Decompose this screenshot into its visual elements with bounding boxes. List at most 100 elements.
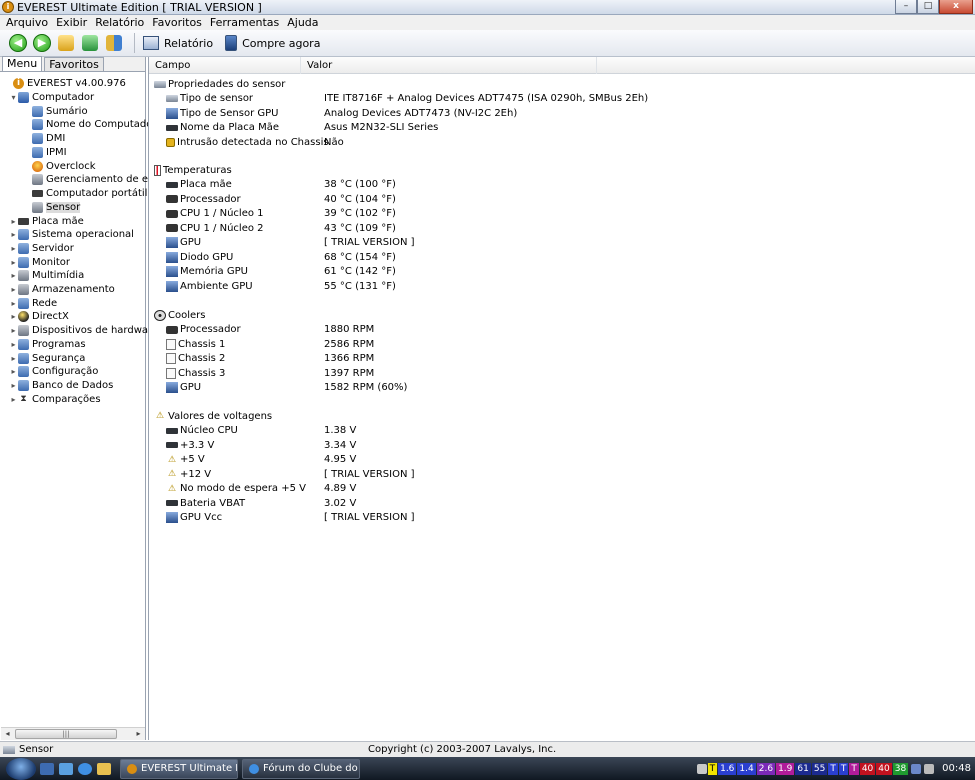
close-button[interactable]: x [939,0,973,14]
tree-item-sensor[interactable]: Sensor [23,201,81,214]
up-button[interactable] [56,33,76,53]
menu-ferramentas[interactable]: Ferramentas [206,16,283,29]
folder-icon[interactable] [97,762,111,775]
internet-explorer-icon[interactable] [78,762,92,775]
tree-item-programas[interactable]: ▸ Programas [9,338,86,351]
tree-item-multimidia[interactable]: ▸ Multimídia [9,269,84,282]
tray-sensor-value[interactable]: T [828,762,838,775]
tree-expander-icon[interactable]: ▸ [9,312,18,321]
menu-arquivo[interactable]: Arquivo [2,16,52,29]
data-row[interactable]: Núcleo CPU 1.38 V [166,424,356,438]
tree-expander-icon[interactable]: ▸ [9,230,18,239]
data-row[interactable]: Processador 1880 RPM [166,323,374,337]
tree-item-armazenamento[interactable]: ▸ Armazenamento [9,283,115,296]
volume-icon[interactable] [924,763,935,774]
data-row[interactable]: ⚠ +12 V [ TRIAL VERSION ] [166,467,415,481]
tree-item-directx[interactable]: ▸ DirectX [9,310,69,323]
minimize-button[interactable]: – [895,0,917,14]
tree-item-overclock[interactable]: Overclock [23,160,96,173]
tray-sensor-value[interactable]: T [849,762,859,775]
switch-windows-icon[interactable] [59,762,73,775]
menu-exibir[interactable]: Exibir [52,16,91,29]
tree-expander-icon[interactable]: ▸ [9,354,18,363]
data-row[interactable]: Processador 40 °C (104 °F) [166,192,396,206]
tray-sensor-value[interactable]: 40 [859,762,876,775]
tree-item-everest-v4-00-976[interactable]: i EVEREST v4.00.976 [4,77,126,90]
tree-expander-icon[interactable]: ▾ [9,93,18,102]
tray-sensor-value[interactable]: 2.6 [756,762,776,775]
tree-expander-icon[interactable]: ▸ [9,244,18,253]
data-row[interactable]: Nome da Placa Mãe Asus M2N32-SLI Series [166,121,438,135]
tray-sensor-value[interactable]: T [707,762,718,775]
data-row[interactable]: +3.3 V 3.34 V [166,438,356,452]
tree-item-comparacoes[interactable]: ▸ ⧗ Comparações [9,393,100,406]
tray-sensor-value[interactable]: 55 [811,762,828,775]
tree-expander-icon[interactable]: ▸ [9,367,18,376]
tray-sensor-value[interactable]: 38 [892,762,909,775]
column-campo[interactable]: Campo [149,57,301,74]
data-row[interactable]: Tipo de sensor ITE IT8716F + Analog Devic… [166,92,648,106]
data-row[interactable]: Memória GPU 61 °C (142 °F) [166,265,396,279]
column-valor[interactable]: Valor [301,57,597,74]
tree-expander-icon[interactable]: ▸ [9,217,18,226]
report-button[interactable]: Relatório [143,36,213,50]
data-row[interactable]: GPU Vcc [ TRIAL VERSION ] [166,511,415,525]
data-row[interactable]: Intrusão detectada no Chassis Não [166,135,344,149]
network-icon[interactable] [911,763,922,774]
data-row[interactable]: Bateria VBAT 3.02 V [166,496,356,510]
tree-item-sistema-operacional[interactable]: ▸ Sistema operacional [9,228,134,241]
forward-button[interactable]: ▶ [32,33,52,53]
data-row[interactable]: GPU [ TRIAL VERSION ] [166,236,415,250]
data-row[interactable]: Placa mãe 38 °C (100 °F) [166,178,396,192]
menu-favoritos[interactable]: Favoritos [148,16,206,29]
data-row[interactable]: Chassis 2 1366 RPM [166,352,374,366]
data-row[interactable]: Ambiente GPU 55 °C (131 °F) [166,279,396,293]
tray-sensor-value[interactable]: 1.4 [737,762,756,775]
taskbar-everest[interactable]: EVEREST Ultimate E... [120,758,238,779]
tray-sensor-value[interactable]: 1.9 [776,762,795,775]
user-icon[interactable] [696,763,707,774]
maximize-button[interactable]: □ [917,0,939,14]
back-button[interactable]: ◀ [8,33,28,53]
tab-favoritos[interactable]: Favoritos [44,57,104,71]
users-button[interactable] [104,33,124,53]
tree-item-rede[interactable]: ▸ Rede [9,297,57,310]
data-row[interactable]: ⚠ +5 V 4.95 V [166,453,356,467]
tree-item-sumario[interactable]: Sumário [23,105,88,118]
tree-item-gerenciamento-de-ene[interactable]: Gerenciamento de ene [23,173,160,186]
tree-item-nome-do-computador[interactable]: Nome do Computador [23,118,156,131]
tree-item-banco-de-dados[interactable]: ▸ Banco de Dados [9,379,113,392]
menu-ajuda[interactable]: Ajuda [283,16,322,29]
tree-item-dispositivos-de-hardware[interactable]: ▸ Dispositivos de hardware [9,324,158,337]
tree-item-configuracao[interactable]: ▸ Configuração [9,365,98,378]
tray-sensor-value[interactable]: 1.6 [718,762,737,775]
tree-expander-icon[interactable]: ▸ [9,285,18,294]
menu-relatorio[interactable]: Relatório [91,16,148,29]
tree-expander-icon[interactable]: ▸ [9,299,18,308]
taskbar-forum[interactable]: Fórum do Clube do ... [242,758,360,779]
tree-item-monitor[interactable]: ▸ Monitor [9,256,70,269]
data-row[interactable]: Tipo de Sensor GPU Analog Devices ADT7473… [166,106,517,120]
tray-sensor-value[interactable]: T [838,762,849,775]
data-row[interactable]: GPU 1582 RPM (60%) [166,381,407,395]
data-row[interactable]: Chassis 1 2586 RPM [166,337,374,351]
tree-expander-icon[interactable]: ▸ [9,381,18,390]
data-row[interactable]: CPU 1 / Núcleo 2 43 °C (109 °F) [166,221,396,235]
tree-item-computador[interactable]: ▾ Computador [9,91,94,104]
tree-item-placa-mae[interactable]: ▸ Placa mãe [9,215,83,228]
tree-item-dmi[interactable]: DMI [23,132,65,145]
tab-menu[interactable]: Menu [2,56,43,71]
tree-expander-icon[interactable]: ▸ [9,340,18,349]
scroll-left-arrow-icon[interactable]: ◂ [1,728,14,740]
refresh-button[interactable] [80,33,100,53]
tree-expander-icon[interactable]: ▸ [9,326,18,335]
tray-sensor-value[interactable]: 40 [876,762,892,775]
tree-item-seguranca[interactable]: ▸ Segurança [9,352,85,365]
tree-expander-icon[interactable]: ▸ [9,395,18,404]
tree-item-ipmi[interactable]: IPMI [23,146,67,159]
scrollbar-thumb[interactable]: ||| [15,729,117,739]
tree-item-servidor[interactable]: ▸ Servidor [9,242,74,255]
tree-item-computador-portatil[interactable]: Computador portátil [23,187,147,200]
left-horizontal-scrollbar[interactable]: ◂ ||| ▸ [1,727,145,740]
data-row[interactable]: Chassis 3 1397 RPM [166,366,374,380]
